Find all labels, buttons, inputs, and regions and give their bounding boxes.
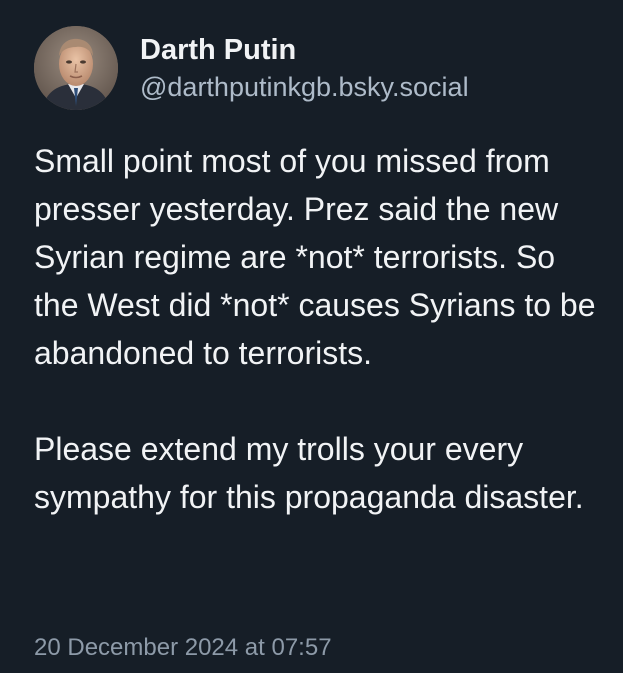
author-handle[interactable]: @darthputinkgb.bsky.social [140, 70, 469, 104]
author-names: Darth Putin @darthputinkgb.bsky.social [140, 32, 469, 104]
post-card: Darth Putin @darthputinkgb.bsky.social S… [0, 0, 623, 673]
post-header: Darth Putin @darthputinkgb.bsky.social [34, 26, 469, 110]
post-paragraph-1: Small point most of you missed from pres… [34, 143, 605, 371]
post-paragraph-2: Please extend my trolls your every sympa… [34, 431, 584, 515]
profile-photo-icon [34, 26, 118, 110]
post-text: Small point most of you missed from pres… [34, 137, 604, 521]
author-display-name[interactable]: Darth Putin [140, 32, 469, 68]
avatar[interactable] [34, 26, 118, 110]
post-timestamp[interactable]: 20 December 2024 at 07:57 [34, 632, 332, 664]
